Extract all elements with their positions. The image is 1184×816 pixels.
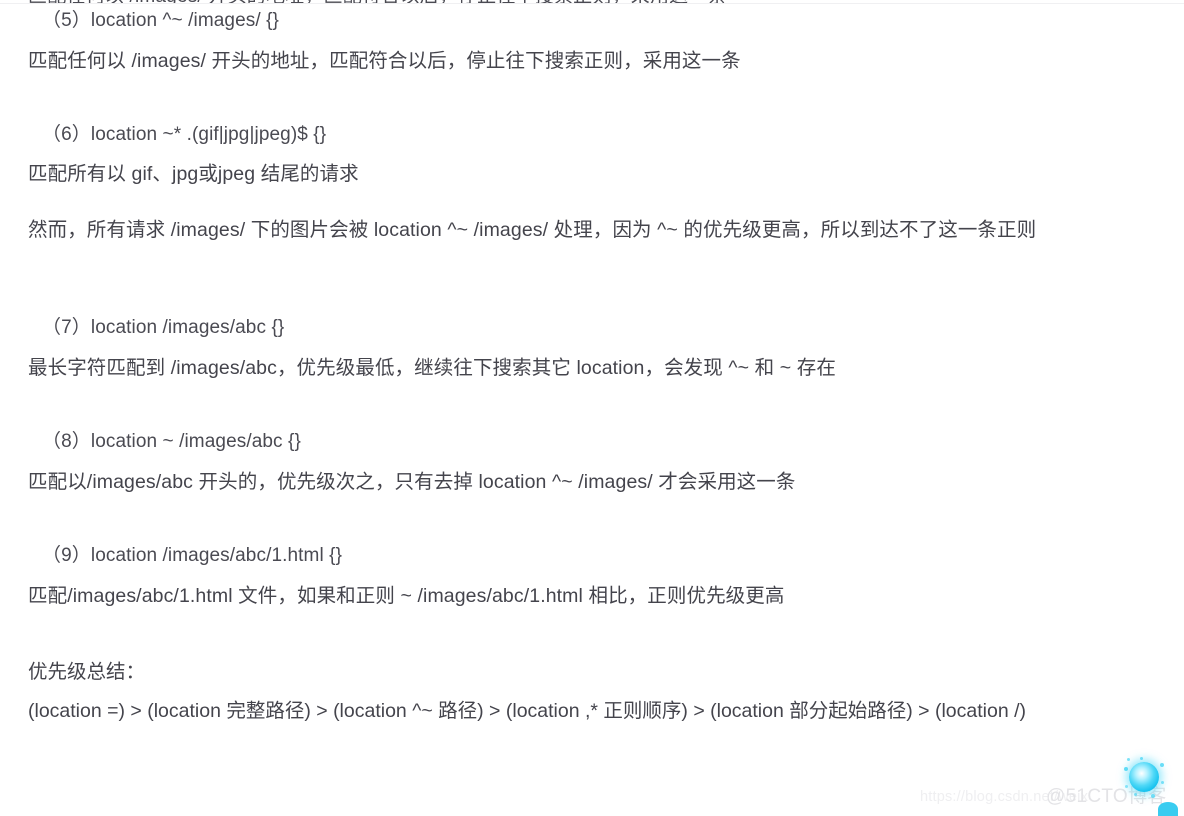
- rule-block-8: （8）location ~ /images/abc {} 匹配以/images/…: [0, 427, 1184, 501]
- rule-block-9: （9）location /images/abc/1.html {} 匹配/ima…: [0, 541, 1184, 615]
- rule-heading-6: （6）location ~* .(gif|jpg|jpeg)$ {}: [42, 124, 327, 145]
- orb-spark-icon: [1151, 794, 1155, 798]
- watermark-blob-icon: [1158, 802, 1178, 816]
- rule-desc-7-0: 最长字符匹配到 /images/abc，优先级最低，继续往下搜索其它 locat…: [28, 357, 836, 379]
- priority-summary-title: 优先级总结：: [28, 661, 146, 683]
- rule-heading-5: （5）location ^~ /images/ {}: [42, 10, 280, 31]
- orb-core-icon: [1129, 762, 1159, 792]
- rule-desc-9-0: 匹配/images/abc/1.html 文件，如果和正则 ~ /images/…: [28, 585, 785, 607]
- rule-block-6: （6）location ~* .(gif|jpg|jpeg)$ {} 匹配所有以…: [0, 120, 1184, 249]
- rule-block-7: （7）location /images/abc {} 最长字符匹配到 /imag…: [0, 313, 1184, 387]
- rule-desc-5-0: 匹配任何以 /images/ 开头的地址，匹配符合以后，停止往下搜索正则，采用这…: [28, 50, 741, 72]
- orb-spark-icon: [1134, 793, 1137, 796]
- rule-desc-8-0: 匹配以/images/abc 开头的，优先级次之，只有去掉 location ^…: [28, 471, 796, 493]
- rule-heading-9: （9）location /images/abc/1.html {}: [42, 545, 343, 566]
- orb-spark-icon: [1124, 767, 1128, 771]
- orb-spark-icon: [1161, 781, 1164, 784]
- orb-spark-icon: [1127, 758, 1130, 761]
- orb-spark-icon: [1140, 757, 1143, 760]
- orb-spark-icon: [1160, 763, 1164, 767]
- rule-block-5: （5）location ^~ /images/ {} 匹配任何以 /images…: [0, 6, 1184, 80]
- rule-heading-8: （8）location ~ /images/abc {}: [42, 431, 301, 452]
- priority-summary-block: 优先级总结： (location =) > (location 完整路径) > …: [0, 653, 1184, 731]
- rule-desc-6-0: 匹配所有以 gif、jpg或jpeg 结尾的请求: [28, 163, 359, 185]
- rule-desc-6-1: 然而，所有请求 /images/ 下的图片会被 location ^~ /ima…: [28, 219, 1037, 241]
- article-body: （5）location ^~ /images/ {} 匹配任何以 /images…: [0, 0, 1184, 816]
- orb-spark-icon: [1125, 785, 1128, 788]
- priority-summary-body: (location =) > (location 完整路径) > (locati…: [28, 700, 1027, 722]
- cto-orb-logo-icon: [1124, 757, 1166, 799]
- rule-heading-7: （7）location /images/abc {}: [42, 317, 285, 338]
